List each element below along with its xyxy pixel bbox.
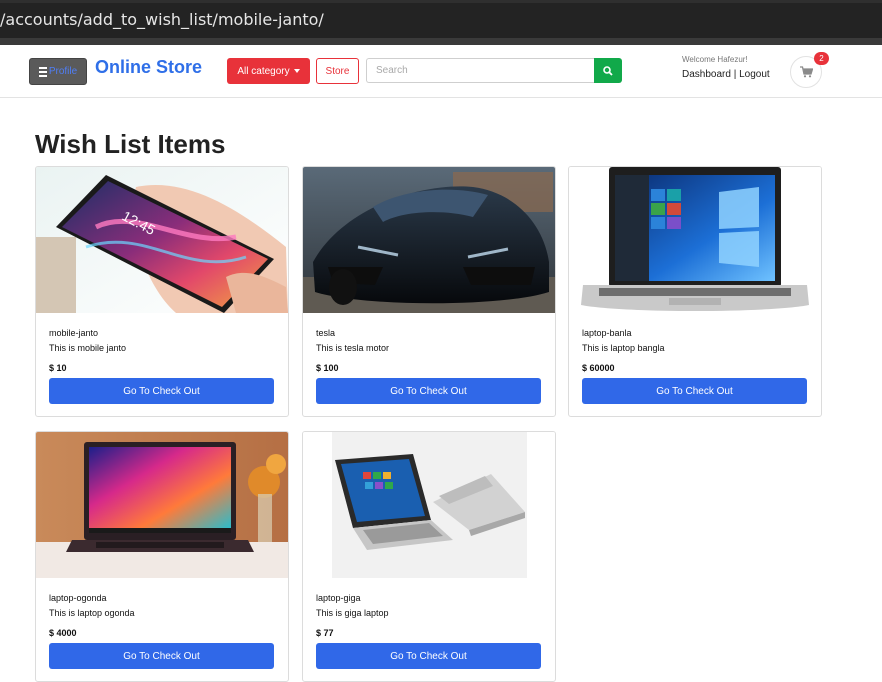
wishlist-card: laptop-ogonda This is laptop ogonda $ 40… [35, 431, 289, 682]
checkout-button[interactable]: Go To Check Out [316, 378, 541, 404]
product-image-sports-car[interactable] [303, 167, 555, 313]
account-links: Dashboard | Logout [682, 69, 770, 80]
checkout-button[interactable]: Go To Check Out [49, 378, 274, 404]
product-description: This is giga laptop [316, 608, 389, 618]
top-navbar: Profile Online Store All category Store … [0, 45, 882, 98]
logout-link[interactable]: Logout [739, 69, 770, 80]
browser-top-strip [0, 0, 882, 3]
link-separator: | [730, 69, 740, 80]
shopping-cart-icon [799, 66, 813, 78]
product-price: $ 10 [49, 363, 67, 373]
product-description: This is tesla motor [316, 343, 390, 353]
product-name[interactable]: laptop-ogonda [49, 593, 107, 603]
wishlist-card: 12:45 mobile-janto This is mobile janto … [35, 166, 289, 417]
product-name[interactable]: mobile-janto [49, 328, 98, 338]
caret-down-icon [293, 69, 300, 73]
profile-button[interactable]: Profile [29, 58, 87, 85]
product-price: $ 77 [316, 628, 334, 638]
product-image-smartphone[interactable]: 12:45 [36, 167, 288, 313]
profile-button-label: Profile [48, 66, 78, 77]
wishlist-card: laptop-banla This is laptop bangla $ 600… [568, 166, 822, 417]
product-description: This is mobile janto [49, 343, 127, 353]
product-image-convertible-laptop[interactable] [303, 432, 555, 578]
cart-count-badge: 2 [814, 52, 829, 65]
browser-address-bar[interactable]: /accounts/add_to_wish_list/mobile-janto/ [0, 0, 882, 38]
page-title: Wish List Items [35, 129, 226, 159]
dashboard-link[interactable]: Dashboard [682, 69, 731, 80]
category-dropdown-label: All category [237, 65, 290, 77]
checkout-button[interactable]: Go To Check Out [316, 643, 541, 669]
product-description: This is laptop bangla [582, 343, 665, 353]
product-price: $ 4000 [49, 628, 77, 638]
checkout-button[interactable]: Go To Check Out [49, 643, 274, 669]
product-price: $ 60000 [582, 363, 615, 373]
store-button[interactable]: Store [316, 58, 359, 84]
search-input[interactable] [366, 58, 594, 83]
checkout-button[interactable]: Go To Check Out [582, 378, 807, 404]
hamburger-icon [38, 66, 47, 77]
product-description: This is laptop ogonda [49, 608, 135, 618]
product-image-laptop[interactable] [36, 432, 288, 578]
browser-url[interactable]: /accounts/add_to_wish_list/mobile-janto/ [0, 10, 324, 29]
product-name[interactable]: laptop-banla [582, 328, 632, 338]
product-name[interactable]: tesla [316, 328, 335, 338]
welcome-text: Welcome Hafezur! [682, 55, 748, 64]
wishlist-card: laptop-giga This is giga laptop $ 77 Go … [302, 431, 556, 682]
search-button[interactable] [594, 58, 622, 83]
category-dropdown[interactable]: All category [227, 58, 310, 84]
search-icon [603, 65, 613, 76]
product-name[interactable]: laptop-giga [316, 593, 361, 603]
browser-divider [0, 38, 882, 45]
wishlist-card: tesla This is tesla motor $ 100 Go To Ch… [302, 166, 556, 417]
brand-logo[interactable]: Online Store [95, 57, 202, 78]
product-price: $ 100 [316, 363, 339, 373]
product-image-laptop[interactable] [569, 167, 821, 313]
